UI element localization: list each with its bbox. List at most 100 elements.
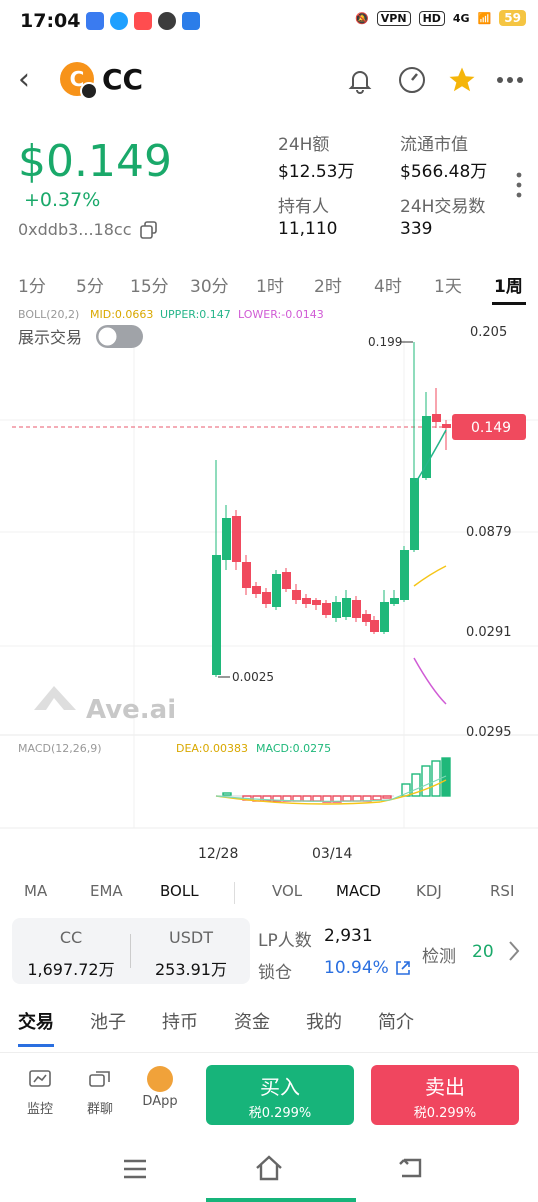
menu-icon[interactable] [122, 1158, 148, 1180]
candle [362, 614, 371, 622]
ave-watermark-logo [34, 686, 76, 710]
group-chat-label: 群聊 [86, 1102, 113, 1117]
action-bar: 监控 群聊 DApp 买入 税0.299% 卖出 税0.299% [0, 1062, 538, 1132]
indicator-ema[interactable]: EMA [90, 882, 123, 900]
pair-reserves: CC 1,697.72万 USDT 253.91万 [12, 918, 250, 984]
tab-trades[interactable]: 交易 [18, 1008, 54, 1034]
coin-logo: C [60, 62, 98, 100]
timeframe-15m[interactable]: 15分 [130, 272, 169, 297]
detect-score[interactable]: 20 [472, 942, 494, 962]
contract-address-text: 0xddb3...18cc [18, 220, 132, 239]
wechat-icon [158, 12, 176, 30]
stat-value-marketcap: $566.48万 [400, 162, 488, 182]
candle [370, 620, 379, 632]
timeframe-1d[interactable]: 1天 [434, 272, 462, 297]
candle [242, 562, 251, 588]
candle [212, 555, 221, 675]
stat-label-txcount: 24H交易数 [400, 197, 486, 217]
tab-mine[interactable]: 我的 [306, 1008, 342, 1034]
detail-tabs: 交易 池子 持币 资金 我的 简介 [0, 1008, 538, 1053]
candle [410, 478, 419, 550]
timeframe-2h[interactable]: 2时 [314, 272, 342, 297]
axis-label-top: 0.205 [470, 325, 507, 340]
quote-reserve: 253.91万 [155, 960, 227, 979]
timeframe-1w[interactable]: 1周 [494, 272, 523, 297]
bell-icon[interactable] [344, 64, 376, 96]
lock-value: 10.94% [324, 958, 389, 978]
group-chat-button[interactable]: 群聊 [78, 1070, 122, 1117]
macd-histogram [216, 757, 451, 803]
stat-value-txcount: 339 [400, 219, 433, 239]
tab-holders[interactable]: 持币 [162, 1008, 198, 1034]
pair-divider [130, 934, 131, 968]
lp-value: 2,931 [324, 926, 373, 946]
candle [252, 586, 261, 594]
detect-label[interactable]: 检测 [422, 942, 456, 967]
timeframe-4h[interactable]: 4时 [374, 272, 402, 297]
vertical-more-icon[interactable] [516, 172, 522, 202]
price-change: +0.37% [24, 189, 101, 211]
gauge-icon[interactable] [396, 64, 428, 96]
candle [232, 516, 241, 562]
back-icon[interactable]: ‹ [18, 62, 30, 97]
nav-bar: ‹ C CC [0, 52, 538, 108]
network-label: 4G [452, 11, 470, 25]
wifi-icon: 📶 [477, 11, 492, 25]
candle [342, 598, 351, 617]
date-label-2: 03/14 [312, 846, 352, 862]
current-price-label: 0.149 [471, 420, 511, 436]
app-red-icon [134, 12, 152, 30]
lp-label: LP人数 [258, 931, 312, 951]
copy-icon[interactable] [139, 220, 158, 239]
tab-intro[interactable]: 简介 [378, 1008, 414, 1034]
candle [352, 600, 361, 618]
buy-button[interactable]: 买入 税0.299% [206, 1065, 354, 1125]
indicator-boll[interactable]: BOLL [160, 882, 199, 900]
tab-underline [18, 1044, 54, 1047]
buy-button-shadow [206, 1198, 356, 1202]
back-nav-icon[interactable] [398, 1156, 424, 1180]
hd-badge: HD [418, 10, 445, 26]
base-symbol: CC [59, 928, 83, 947]
candle [272, 574, 281, 607]
candle [390, 598, 399, 604]
show-trades-toggle[interactable] [96, 325, 143, 348]
battery-level: 59 [499, 10, 526, 26]
dapp-button[interactable]: DApp [138, 1066, 182, 1109]
indicator-rsi[interactable]: RSI [490, 882, 514, 900]
sell-button[interactable]: 卖出 税0.299% [371, 1065, 519, 1125]
sell-label: 卖出 [425, 1075, 465, 1099]
show-trades-label: 展示交易 [18, 328, 82, 347]
indicator-ma[interactable]: MA [24, 882, 47, 900]
vpn-badge: VPN [376, 10, 411, 26]
high-annotation: 0.199 [368, 335, 402, 349]
tab-pool[interactable]: 池子 [90, 1008, 126, 1034]
star-icon[interactable] [446, 64, 478, 96]
status-time: 17:04 [20, 10, 81, 32]
boll-lower-line [413, 657, 447, 705]
app-blue-icon [182, 12, 200, 30]
axis-label-3: 0.0291 [466, 625, 512, 640]
candle [432, 414, 441, 422]
chevron-right-icon[interactable] [508, 940, 520, 966]
sell-tax: 税0.299% [413, 1106, 477, 1121]
candle [302, 598, 311, 604]
more-icon[interactable] [494, 64, 526, 96]
macd-value: MACD:0.0275 [256, 742, 331, 755]
timeframe-1m[interactable]: 1分 [18, 272, 46, 297]
timeframe-1h[interactable]: 1时 [256, 272, 284, 297]
tab-funds[interactable]: 资金 [234, 1008, 270, 1034]
qq-icon [110, 12, 128, 30]
stat-label-marketcap: 流通市值 [400, 135, 468, 155]
indicator-vol[interactable]: VOL [272, 882, 302, 900]
system-status: 🔕 VPN HD 4G 📶 59 [355, 10, 526, 26]
monitor-button[interactable]: 监控 [18, 1070, 62, 1117]
indicator-kdj[interactable]: KDJ [416, 882, 442, 900]
lock-value-link[interactable]: 10.94% [324, 958, 411, 978]
mute-icon: 🔕 [355, 11, 369, 25]
price-chart[interactable]: BOLL(20,2) MID:0.0663 UPPER:0.147 LOWER:… [0, 300, 538, 880]
timeframe-30m[interactable]: 30分 [190, 272, 229, 297]
timeframe-5m[interactable]: 5分 [76, 272, 104, 297]
indicator-macd[interactable]: MACD [336, 882, 381, 900]
home-icon[interactable] [254, 1154, 284, 1182]
